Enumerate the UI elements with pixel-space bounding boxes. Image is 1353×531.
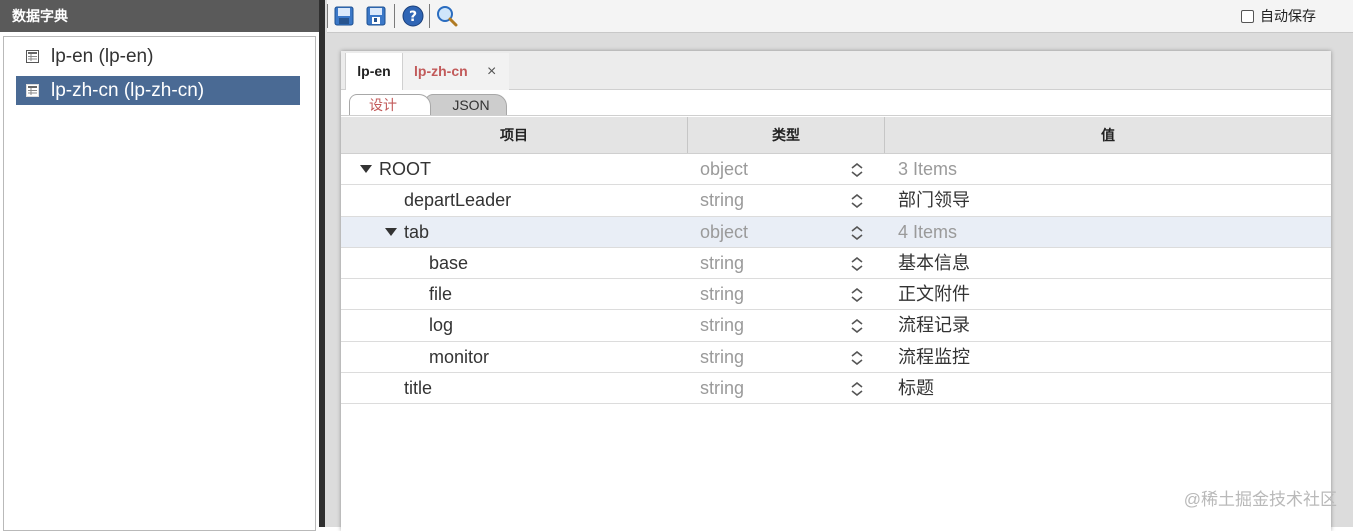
row-key[interactable]: departLeader xyxy=(404,185,511,215)
row-type[interactable]: string xyxy=(700,373,744,403)
row-value[interactable]: 标题 xyxy=(898,373,934,403)
row-type[interactable]: object xyxy=(700,154,748,184)
autosave-label: 自动保存 xyxy=(1260,8,1316,24)
tree-item-label: lp-en (lp-en) xyxy=(51,46,154,67)
toolbar: ? 自动保存 xyxy=(327,0,1353,33)
table-row[interactable]: title string 标题 xyxy=(341,373,1331,405)
tab-label: lp-en xyxy=(357,63,391,79)
row-key[interactable]: file xyxy=(429,279,452,309)
row-value[interactable]: 流程监控 xyxy=(898,342,970,372)
table-row[interactable]: tab object 4 Items xyxy=(341,216,1331,248)
tab-lp-en[interactable]: lp-en xyxy=(345,53,403,90)
row-value[interactable]: 基本信息 xyxy=(898,248,970,278)
table-row[interactable]: file string 正文附件 xyxy=(341,279,1331,311)
checkbox-box[interactable] xyxy=(1241,9,1254,23)
dictionary-editor: lp-en lp-zh-cn × JSON 设计 项目 类型 值 ROOT obj… xyxy=(341,51,1331,531)
tree-item-lp-zh-cn[interactable]: lp-zh-cn (lp-zh-cn) xyxy=(16,76,300,105)
tab-lp-zh-cn[interactable]: lp-zh-cn × xyxy=(403,53,509,90)
table-row[interactable]: departLeader string 部门领导 xyxy=(341,185,1331,217)
type-select-icon[interactable] xyxy=(851,319,863,334)
autosave-checkbox[interactable]: 自动保存 xyxy=(1241,6,1316,26)
row-value[interactable]: 部门领导 xyxy=(898,185,970,215)
dictionary-tree: lp-en (lp-en) lp-zh-cn (lp-zh-cn) xyxy=(3,36,316,531)
grid-header: 项目 类型 值 xyxy=(341,117,1331,154)
row-value[interactable]: 3 Items xyxy=(898,154,957,184)
type-select-icon[interactable] xyxy=(851,256,863,271)
type-select-icon[interactable] xyxy=(851,194,863,209)
row-key[interactable]: base xyxy=(429,248,468,278)
table-row[interactable]: ROOT object 3 Items xyxy=(341,154,1331,186)
column-header-type[interactable]: 类型 xyxy=(687,117,884,153)
help-icon[interactable]: ? xyxy=(402,5,424,27)
save-icon[interactable] xyxy=(333,5,355,27)
row-key[interactable]: ROOT xyxy=(379,154,431,184)
table-icon xyxy=(26,50,39,63)
table-icon xyxy=(26,84,39,97)
workspace: lp-en lp-zh-cn × JSON 设计 项目 类型 值 ROOT obj… xyxy=(327,33,1353,531)
type-select-icon[interactable] xyxy=(851,382,863,397)
tree-item-label: lp-zh-cn (lp-zh-cn) xyxy=(51,80,205,101)
column-header-item[interactable]: 项目 xyxy=(341,117,687,153)
view-tabs: JSON 设计 xyxy=(341,90,1331,116)
row-key[interactable]: title xyxy=(404,373,432,403)
tab-label: JSON xyxy=(452,97,490,113)
column-header-value[interactable]: 值 xyxy=(884,117,1331,153)
type-select-icon[interactable] xyxy=(851,350,863,365)
expand-caret-icon[interactable] xyxy=(385,227,397,236)
type-select-icon[interactable] xyxy=(851,288,863,303)
tab-label: 设计 xyxy=(369,97,397,113)
svg-text:?: ? xyxy=(409,9,417,25)
row-key[interactable]: monitor xyxy=(429,342,489,372)
row-key[interactable]: log xyxy=(429,310,453,340)
row-type[interactable]: object xyxy=(700,217,748,247)
expand-caret-icon[interactable] xyxy=(360,165,372,173)
toolbar-separator xyxy=(327,4,328,28)
row-type[interactable]: string xyxy=(700,185,744,215)
tab-json[interactable]: JSON xyxy=(425,94,507,115)
type-select-icon[interactable] xyxy=(851,225,863,240)
table-row[interactable]: base string 基本信息 xyxy=(341,248,1331,280)
row-value[interactable]: 流程记录 xyxy=(898,310,970,340)
table-row[interactable]: monitor string 流程监控 xyxy=(341,342,1331,374)
search-icon[interactable] xyxy=(436,5,458,27)
type-select-icon[interactable] xyxy=(851,163,863,177)
tab-design[interactable]: 设计 xyxy=(349,94,431,115)
watermark: @稀土掘金技术社区 xyxy=(1183,490,1337,509)
panel-title: 数据字典 xyxy=(0,0,319,32)
close-icon[interactable]: × xyxy=(487,53,496,90)
row-type[interactable]: string xyxy=(700,279,744,309)
tab-label: lp-zh-cn xyxy=(414,63,468,79)
table-row[interactable]: log string 流程记录 xyxy=(341,310,1331,342)
tree-item-lp-en[interactable]: lp-en (lp-en) xyxy=(16,42,300,71)
tab-bar: lp-en lp-zh-cn × xyxy=(341,51,1331,90)
row-value[interactable]: 4 Items xyxy=(898,217,957,247)
toolbar-separator xyxy=(394,4,395,28)
save-as-icon[interactable] xyxy=(365,5,387,27)
row-type[interactable]: string xyxy=(700,342,744,372)
row-value[interactable]: 正文附件 xyxy=(898,279,970,309)
row-type[interactable]: string xyxy=(700,310,744,340)
row-type[interactable]: string xyxy=(700,248,744,278)
toolbar-separator xyxy=(429,4,430,28)
json-tree-grid: ROOT object 3 Items departLeader string 部门领导 t… xyxy=(341,154,1331,405)
row-key[interactable]: tab xyxy=(404,217,429,247)
